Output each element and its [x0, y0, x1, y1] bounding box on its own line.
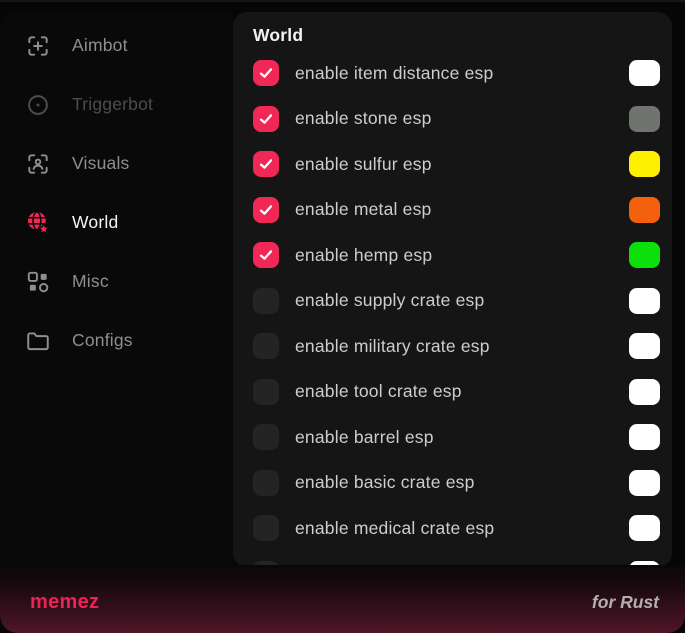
esp-color-swatch[interactable]	[629, 288, 660, 314]
esp-option-label: enable supply crate esp	[295, 290, 484, 311]
esp-checkbox[interactable]	[253, 106, 279, 132]
esp-color-swatch[interactable]	[629, 424, 660, 450]
esp-color-swatch[interactable]	[629, 379, 660, 405]
sidebar-item-aimbot[interactable]: Aimbot	[25, 16, 233, 75]
aimbot-icon	[25, 33, 51, 59]
brand-name: memez	[30, 591, 99, 614]
footer-bar: memez for Rust	[0, 565, 685, 633]
esp-rows: enable item distance esp enable stone es…	[253, 60, 660, 567]
esp-option-label: enable basic crate esp	[295, 472, 475, 493]
esp-option-label: enable medical crate esp	[295, 518, 494, 539]
sidebar-item-world[interactable]: World	[25, 193, 233, 252]
esp-option-row[interactable]: enable sulfur esp	[253, 151, 660, 177]
esp-option-label: enable item distance esp	[295, 63, 493, 84]
esp-option-row[interactable]: enable item distance esp	[253, 60, 660, 86]
esp-option-label: enable military crate esp	[295, 336, 490, 357]
esp-checkbox[interactable]	[253, 424, 279, 450]
sidebar-item-label: Visuals	[72, 153, 130, 174]
sidebar-item-configs[interactable]: Configs	[25, 311, 233, 370]
esp-color-swatch[interactable]	[629, 333, 660, 359]
sidebar-item-misc[interactable]: Misc	[25, 252, 233, 311]
esp-option-row[interactable]: enable stone esp	[253, 106, 660, 132]
esp-option-label: enable barrel esp	[295, 427, 434, 448]
esp-checkbox[interactable]	[253, 151, 279, 177]
esp-option-label: enable hemp esp	[295, 245, 432, 266]
misc-icon	[25, 269, 51, 295]
esp-checkbox[interactable]	[253, 515, 279, 541]
sidebar-item-label: World	[72, 212, 118, 233]
visuals-icon	[25, 151, 51, 177]
brand-tagline: for Rust	[592, 592, 659, 613]
esp-checkbox[interactable]	[253, 60, 279, 86]
sidebar-item-triggerbot[interactable]: Triggerbot	[25, 75, 233, 134]
esp-option-row[interactable]: enable barrel esp	[253, 424, 660, 450]
esp-option-label: enable metal esp	[295, 199, 431, 220]
esp-color-swatch[interactable]	[629, 151, 660, 177]
world-panel: World enable item distance esp enable st…	[233, 12, 672, 567]
sidebar-item-visuals[interactable]: Visuals	[25, 134, 233, 193]
esp-option-label: enable sulfur esp	[295, 154, 432, 175]
sidebar-item-label: Misc	[72, 271, 109, 292]
esp-option-row[interactable]: enable supply crate esp	[253, 288, 660, 314]
esp-checkbox[interactable]	[253, 379, 279, 405]
esp-checkbox[interactable]	[253, 288, 279, 314]
esp-option-row[interactable]: enable tool crate esp	[253, 379, 660, 405]
esp-option-row[interactable]: enable hemp esp	[253, 242, 660, 268]
triggerbot-icon	[25, 92, 51, 118]
esp-option-label: enable tool crate esp	[295, 381, 462, 402]
esp-option-row[interactable]: enable medical crate esp	[253, 515, 660, 541]
sidebar-item-label: Triggerbot	[72, 94, 153, 115]
sidebar-item-label: Configs	[72, 330, 133, 351]
esp-color-swatch[interactable]	[629, 515, 660, 541]
esp-checkbox[interactable]	[253, 242, 279, 268]
esp-color-swatch[interactable]	[629, 60, 660, 86]
cheat-menu-window: Aimbot Triggerbot Visual	[0, 0, 685, 633]
esp-color-swatch[interactable]	[629, 242, 660, 268]
esp-option-label: enable stone esp	[295, 108, 432, 129]
panel-title: World	[253, 25, 660, 46]
sidebar-item-label: Aimbot	[72, 35, 128, 56]
esp-color-swatch[interactable]	[629, 470, 660, 496]
main-area: Aimbot Triggerbot Visual	[0, 12, 685, 567]
world-icon	[25, 210, 51, 236]
esp-option-row[interactable]: enable basic crate esp	[253, 470, 660, 496]
esp-checkbox[interactable]	[253, 197, 279, 223]
esp-checkbox[interactable]	[253, 333, 279, 359]
esp-checkbox[interactable]	[253, 470, 279, 496]
esp-color-swatch[interactable]	[629, 106, 660, 132]
esp-option-row[interactable]: enable metal esp	[253, 197, 660, 223]
sidebar: Aimbot Triggerbot Visual	[0, 12, 233, 567]
esp-option-row[interactable]: enable military crate esp	[253, 333, 660, 359]
esp-color-swatch[interactable]	[629, 197, 660, 223]
configs-icon	[25, 328, 51, 354]
